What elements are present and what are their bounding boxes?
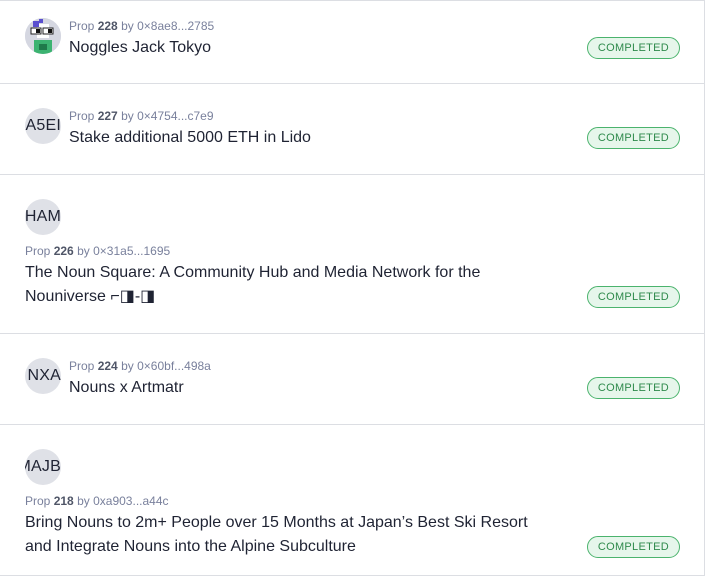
proposal-title-line: Bring Nouns to 2m+ People over 15 Months… [25,514,528,531]
prop-label: Prop [69,109,95,123]
proposer-address[interactable]: 0×8ae8...2785 [137,19,214,33]
prop-number: 227 [97,109,118,123]
proposer-avatar: MAJB [25,449,61,485]
status-badge: COMPLETED [586,127,680,149]
proposer-avatar [25,18,61,54]
proposer-avatar: A5EI [25,108,61,144]
proposer-address[interactable]: 0×60bf...498a [137,359,211,373]
prop-number: 218 [53,494,74,508]
by-label: by [121,359,134,373]
proposal-title-line: The Noun Square: A Community Hub and Med… [25,264,481,281]
status-badge: COMPLETED [586,286,680,308]
by-label: by [121,109,134,123]
proposal-card-227[interactable]: A5EI Prop 227 by 0×4754...c7e9 Stake add… [0,84,705,175]
proposal-meta: Prop 227 by 0×4754...c7e9 [69,109,214,123]
proposal-card-218[interactable]: MAJB Prop 218 by 0xa903...a44c Bring Nou… [0,425,705,576]
proposal-title[interactable]: Noggles Jack Tokyo [69,36,211,60]
proposal-title-line: Nouniverse ⌐◨-◨ [25,288,156,305]
proposal-card-226[interactable]: HAM Prop 226 by 0×31a5...1695 The Noun S… [0,175,705,334]
proposer-address[interactable]: 0×4754...c7e9 [137,109,213,123]
proposal-title-line: and Integrate Nouns into the Alpine Subc… [25,538,356,555]
status-badge: COMPLETED [586,37,680,59]
proposal-meta: Prop 224 by 0×60bf...498a [69,359,211,373]
by-label: by [77,494,90,508]
proposal-meta: Prop 218 by 0xa903...a44c [25,494,169,508]
prop-label: Prop [25,244,51,258]
by-label: by [121,19,134,33]
proposal-list: Prop 228 by 0×8ae8...2785 Noggles Jack T… [0,0,705,576]
status-badge: COMPLETED [586,536,680,558]
proposal-title[interactable]: Nouns x Artmatr [69,376,184,400]
noun-avatar-icon [25,18,61,54]
prop-number: 226 [53,244,74,258]
avatar-ens-text: A5EI [25,117,61,134]
prop-label: Prop [25,494,51,508]
prop-label: Prop [69,359,95,373]
proposal-meta: Prop 228 by 0×8ae8...2785 [69,19,214,33]
proposal-meta: Prop 226 by 0×31a5...1695 [25,244,170,258]
proposal-card-228[interactable]: Prop 228 by 0×8ae8...2785 Noggles Jack T… [0,0,705,84]
status-badge: COMPLETED [586,377,680,399]
proposal-title[interactable]: Bring Nouns to 2m+ People over 15 Months… [25,511,528,559]
proposal-card-224[interactable]: NXA Prop 224 by 0×60bf...498a Nouns x Ar… [0,334,705,425]
avatar-ens-text: HAM [25,208,61,225]
prop-number: 228 [97,19,118,33]
proposal-title[interactable]: Stake additional 5000 ETH in Lido [69,126,311,150]
proposer-address[interactable]: 0xa903...a44c [93,494,168,508]
proposer-avatar: NXA [25,358,61,394]
proposer-avatar: HAM [25,199,61,235]
prop-number: 224 [97,359,118,373]
avatar-ens-text: MAJB [25,458,61,475]
avatar-ens-text: NXA [27,367,61,384]
proposal-title[interactable]: The Noun Square: A Community Hub and Med… [25,261,480,309]
prop-label: Prop [69,19,95,33]
by-label: by [77,244,90,258]
proposer-address[interactable]: 0×31a5...1695 [93,244,170,258]
